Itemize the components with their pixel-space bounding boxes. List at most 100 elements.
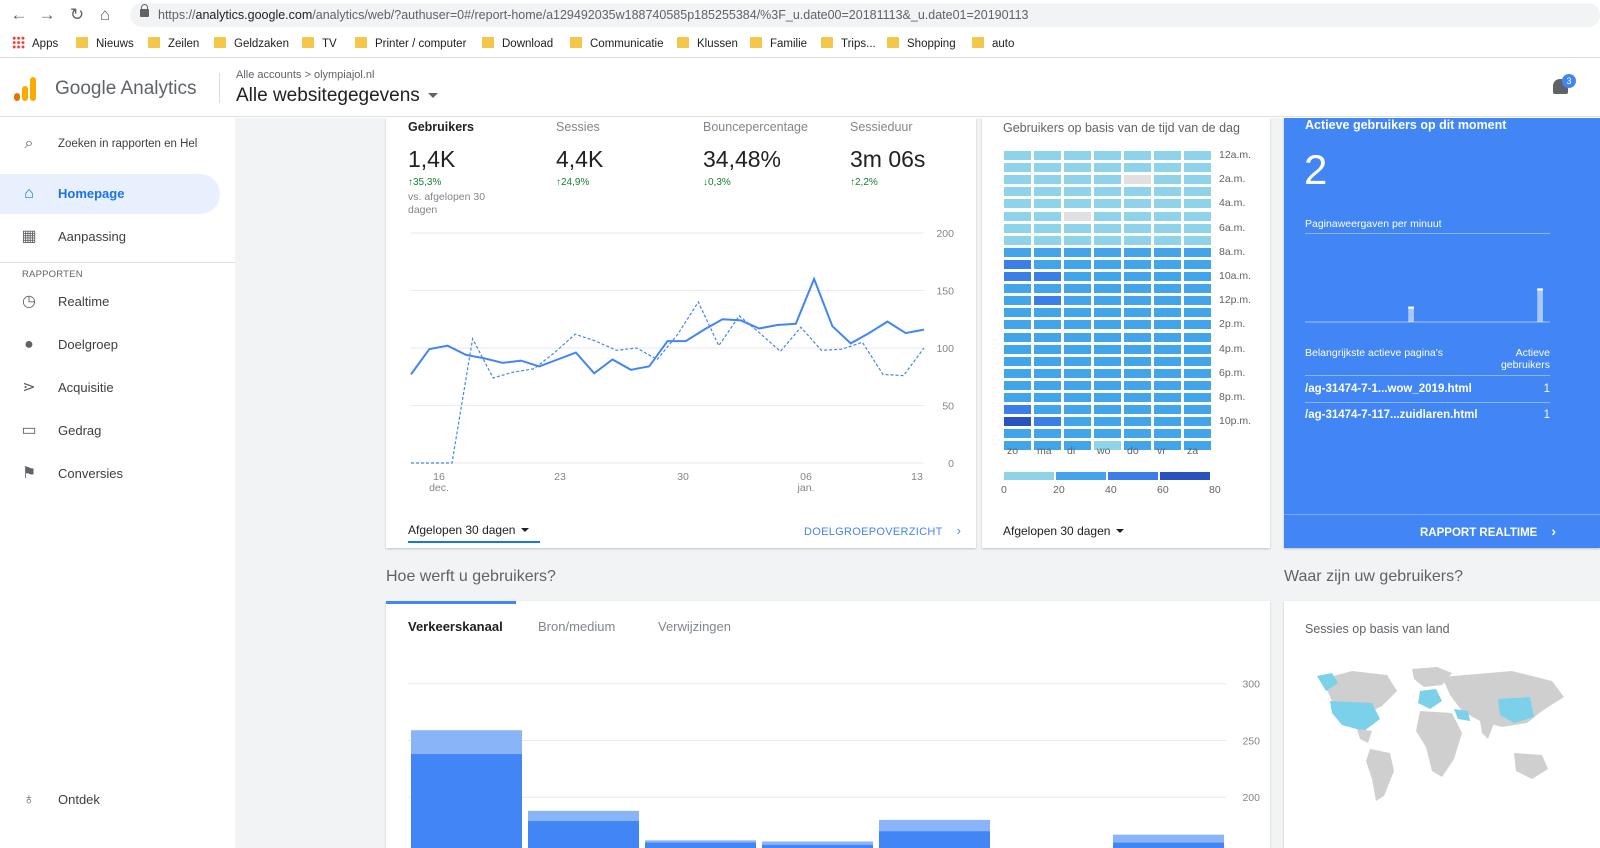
heatmap-cell[interactable] <box>1064 332 1091 342</box>
heatmap-cell[interactable] <box>1184 272 1211 281</box>
heatmap-cell[interactable] <box>1064 187 1091 197</box>
heatmap-cell[interactable] <box>1004 320 1031 330</box>
heatmap-cell[interactable] <box>1064 235 1091 245</box>
heatmap-cell[interactable] <box>1004 380 1031 390</box>
heatmap-cell[interactable] <box>1124 429 1151 439</box>
heatmap-cell[interactable] <box>1124 405 1151 415</box>
heatmap-cell[interactable] <box>1124 320 1151 330</box>
heatmap-cell[interactable] <box>1004 356 1031 366</box>
heatmap-cell[interactable] <box>1004 368 1031 378</box>
heatmap-cell[interactable] <box>1124 308 1151 318</box>
heatmap-cell[interactable] <box>1094 247 1121 257</box>
heatmap-cell[interactable] <box>1004 151 1031 160</box>
heatmap-cell[interactable] <box>1094 296 1121 306</box>
heatmap-cell[interactable] <box>1094 356 1121 366</box>
heatmap-cell[interactable] <box>1064 247 1091 257</box>
heatmap-cell[interactable] <box>1184 247 1211 257</box>
heatmap-cell[interactable] <box>1154 175 1181 185</box>
heatmap-cell[interactable] <box>1124 223 1151 233</box>
heatmap-cell[interactable] <box>1154 380 1181 390</box>
heatmap-cell[interactable] <box>1064 380 1091 390</box>
heatmap-cell[interactable] <box>1124 368 1151 378</box>
heatmap-cell[interactable] <box>1004 163 1031 173</box>
heatmap-cell[interactable] <box>1184 235 1211 245</box>
heatmap-cell[interactable] <box>1124 393 1151 402</box>
heatmap-cell[interactable] <box>1004 429 1031 439</box>
heatmap-cell[interactable] <box>1004 344 1031 354</box>
heatmap-cell[interactable] <box>1094 235 1121 245</box>
heatmap-cell[interactable] <box>1094 405 1121 415</box>
heatmap-cell[interactable] <box>1184 417 1211 427</box>
heatmap-cell[interactable] <box>1034 429 1061 439</box>
heatmap-cell[interactable] <box>1154 405 1181 415</box>
heatmap-cell[interactable] <box>1124 356 1151 366</box>
heatmap-cell[interactable] <box>1004 211 1031 221</box>
heatmap-cell[interactable] <box>1154 187 1181 197</box>
heatmap-cell[interactable] <box>1034 356 1061 366</box>
tab-verwijzingen[interactable]: Verwijzingen <box>658 619 731 634</box>
heatmap-cell[interactable] <box>1064 223 1091 233</box>
heatmap-cell[interactable] <box>1034 163 1061 173</box>
heatmap-cell[interactable] <box>1124 199 1151 209</box>
date-range-dropdown[interactable]: Afgelopen 30 dagen <box>408 523 540 543</box>
heatmap-cell[interactable] <box>1154 356 1181 366</box>
heatmap-cell[interactable] <box>1124 259 1151 269</box>
heatmap-cell[interactable] <box>1184 405 1211 415</box>
heatmap-cell[interactable] <box>1064 356 1091 366</box>
heatmap-cell[interactable] <box>1094 187 1121 197</box>
heatmap-cell[interactable] <box>1184 296 1211 306</box>
address-bar[interactable]: https://analytics.google.com/analytics/w… <box>130 3 1600 27</box>
heatmap-cell[interactable] <box>1184 320 1211 330</box>
heatmap-cell[interactable] <box>1064 259 1091 269</box>
forward-icon[interactable]: → <box>36 4 58 26</box>
heatmap-cell[interactable] <box>1034 332 1061 342</box>
heatmap-cell[interactable] <box>1124 163 1151 173</box>
heatmap-cell[interactable] <box>1184 199 1211 209</box>
heatmap-cell[interactable] <box>1034 405 1061 415</box>
heatmap-cell[interactable] <box>1154 308 1181 318</box>
heatmap-cell[interactable] <box>1154 320 1181 330</box>
world-map[interactable] <box>1302 661 1582 821</box>
heatmap-cell[interactable] <box>1064 175 1091 185</box>
heatmap-cell[interactable] <box>1034 308 1061 318</box>
heatmap-cell[interactable] <box>1154 368 1181 378</box>
heatmap-cell[interactable] <box>1004 393 1031 402</box>
heatmap-cell[interactable] <box>1184 284 1211 294</box>
heatmap-cell[interactable] <box>1154 223 1181 233</box>
heatmap-cell[interactable] <box>1154 393 1181 402</box>
heatmap-cell[interactable] <box>1004 175 1031 185</box>
heatmap-cell[interactable] <box>1124 235 1151 245</box>
heatmap-cell[interactable] <box>1094 223 1121 233</box>
heatmap-cell[interactable] <box>1094 175 1121 185</box>
bookmark[interactable]: Trips... <box>821 36 876 52</box>
heatmap-cell[interactable] <box>1064 272 1091 281</box>
heatmap-cell[interactable] <box>1154 199 1181 209</box>
heatmap-cell[interactable] <box>1064 211 1091 221</box>
bookmark[interactable]: Printer / computer <box>355 36 466 52</box>
heatmap-cell[interactable] <box>1154 235 1181 245</box>
heatmap-cell[interactable] <box>1034 259 1061 269</box>
heatmap-cell[interactable] <box>1094 344 1121 354</box>
heatmap-cell[interactable] <box>1064 393 1091 402</box>
heatmap-cell[interactable] <box>1034 296 1061 306</box>
heatmap-cell[interactable] <box>1034 235 1061 245</box>
bookmark[interactable]: auto <box>972 36 1014 52</box>
view-selector[interactable]: Alle websitegegevens <box>236 85 438 107</box>
heatmap-cell[interactable] <box>1034 151 1061 160</box>
heatmap-cell[interactable] <box>1154 247 1181 257</box>
breadcrumb[interactable]: Alle accounts > olympiajol.nl <box>236 69 375 81</box>
heatmap-cell[interactable] <box>1064 151 1091 160</box>
heatmap-cell[interactable] <box>1124 344 1151 354</box>
heatmap-cell[interactable] <box>1124 175 1151 185</box>
heatmap-cell[interactable] <box>1064 368 1091 378</box>
heatmap-cell[interactable] <box>1094 199 1121 209</box>
top-page-link[interactable]: /ag-31474-7-117...zuidlaren.html <box>1305 409 1478 421</box>
heatmap-cell[interactable] <box>1064 199 1091 209</box>
sidebar-item-realtime[interactable]: ◷ Realtime <box>0 282 220 322</box>
heatmap-cell[interactable] <box>1124 151 1151 160</box>
heatmap-cell[interactable] <box>1094 368 1121 378</box>
bookmark[interactable]: Communicatie <box>570 36 664 52</box>
heatmap-cell[interactable] <box>1034 211 1061 221</box>
heatmap-cell[interactable] <box>1184 356 1211 366</box>
heatmap-cell[interactable] <box>1034 284 1061 294</box>
